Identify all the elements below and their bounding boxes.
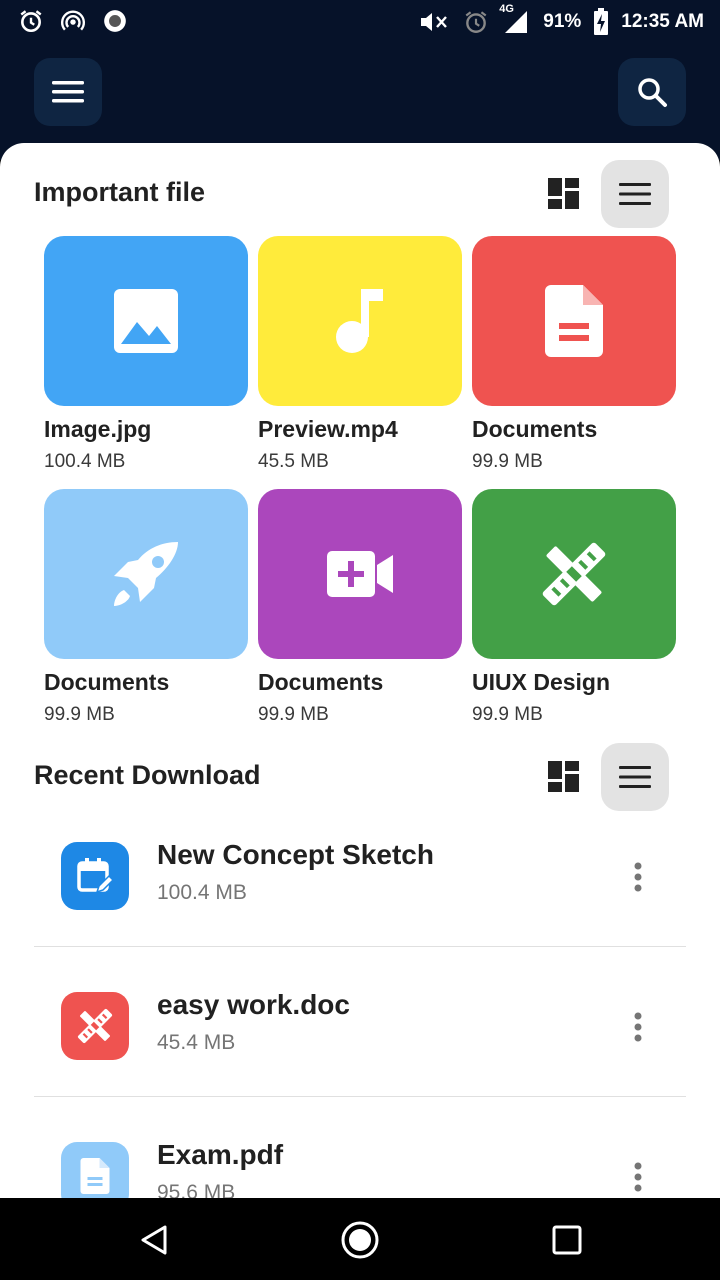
app-header: 4G 91% 12:35 AM — [0, 0, 720, 160]
list-icon — [619, 766, 651, 788]
file-tile[interactable]: Documents 99.9 MB — [44, 489, 248, 726]
search-icon — [638, 78, 667, 107]
design-tools-icon — [77, 1008, 113, 1044]
file-size: 99.9 MB — [472, 451, 543, 472]
file-tile[interactable]: Documents 99.9 MB — [472, 236, 676, 473]
document-icon — [80, 1158, 110, 1194]
mute-icon — [419, 10, 451, 34]
list-view-button[interactable] — [601, 160, 669, 228]
file-name: Documents — [258, 669, 384, 695]
list-item-size: 95.6 MB — [157, 1181, 236, 1198]
more-options-button[interactable] — [628, 1009, 648, 1045]
file-tile[interactable]: UIUX Design 99.9 MB — [472, 489, 676, 726]
clock: 12:35 AM — [621, 11, 704, 32]
file-tile-thumb — [472, 236, 676, 406]
list-icon — [619, 183, 651, 205]
list-item-thumb — [61, 842, 129, 910]
status-bar: 4G 91% 12:35 AM — [0, 0, 720, 40]
menu-button[interactable] — [34, 58, 102, 126]
system-nav-bar — [0, 1198, 720, 1280]
menu-icon — [52, 81, 84, 103]
file-tile-thumb — [472, 489, 676, 659]
document-icon — [545, 285, 603, 357]
battery-percent: 91% — [543, 11, 582, 32]
file-name: Documents — [44, 669, 170, 695]
file-name: Preview.mp4 — [258, 416, 398, 442]
signal-icon: 4G — [499, 3, 531, 35]
file-size: 99.9 MB — [472, 704, 543, 725]
list-item-thumb — [61, 1142, 129, 1198]
network-type: 4G — [499, 3, 514, 15]
design-tools-icon — [542, 542, 606, 606]
file-size: 99.9 MB — [44, 704, 115, 725]
list-item-size: 45.4 MB — [157, 1031, 236, 1054]
list-item-size: 100.4 MB — [157, 881, 247, 904]
file-name: Image.jpg — [44, 416, 152, 442]
back-button[interactable] — [130, 1216, 178, 1264]
list-item-title: easy work.doc — [157, 989, 350, 1020]
alarm-icon — [18, 8, 44, 34]
more-options-button[interactable] — [628, 1159, 648, 1195]
alarm-icon — [463, 9, 489, 35]
dashboard-icon — [548, 178, 579, 209]
battery-charging-icon — [593, 8, 609, 36]
file-tile[interactable]: Image.jpg 100.4 MB — [44, 236, 248, 473]
music-note-icon — [336, 289, 383, 353]
file-size: 100.4 MB — [44, 451, 126, 472]
home-button[interactable] — [336, 1216, 384, 1264]
section-title-recent: Recent Download — [34, 760, 261, 790]
list-item-thumb — [61, 992, 129, 1060]
file-tile[interactable]: Documents 99.9 MB — [258, 489, 462, 726]
home-circle-icon — [341, 1221, 379, 1259]
more-vert-icon — [634, 862, 642, 892]
back-triangle-icon — [141, 1225, 167, 1255]
section-title-important: Important file — [34, 177, 206, 207]
more-vert-icon — [634, 1012, 642, 1042]
search-button[interactable] — [618, 58, 686, 126]
grid-view-button[interactable] — [544, 757, 584, 797]
calendar-edit-icon — [77, 858, 113, 894]
hotspot-icon — [60, 8, 86, 34]
file-name: Documents — [472, 416, 598, 442]
file-size: 99.9 MB — [258, 704, 329, 725]
list-item-title: New Concept Sketch — [157, 839, 434, 870]
file-size: 45.5 MB — [258, 451, 329, 472]
image-icon — [114, 289, 178, 353]
file-name: UIUX Design — [472, 669, 611, 695]
more-options-button[interactable] — [628, 859, 648, 895]
more-vert-icon — [634, 1162, 642, 1192]
grid-view-button[interactable] — [544, 174, 584, 214]
list-item[interactable]: easy work.doc 45.4 MB — [34, 947, 686, 1097]
file-tile-thumb — [44, 236, 248, 406]
list-item[interactable]: New Concept Sketch 100.4 MB — [34, 797, 686, 947]
dashboard-icon — [548, 761, 579, 792]
record-icon — [102, 8, 128, 34]
recents-button[interactable] — [543, 1216, 591, 1264]
list-item-title: Exam.pdf — [157, 1139, 284, 1170]
list-item[interactable]: Exam.pdf 95.6 MB — [34, 1097, 686, 1198]
file-tile[interactable]: Preview.mp4 45.5 MB — [258, 236, 462, 473]
file-tile-thumb — [44, 489, 248, 659]
file-tile-thumb — [258, 236, 462, 406]
recents-square-icon — [552, 1225, 582, 1255]
rocket-icon — [114, 542, 178, 606]
video-add-icon — [327, 551, 393, 597]
content-sheet: Important file Image.jpg 100.4 MB Previe… — [0, 143, 720, 1198]
file-tile-thumb — [258, 489, 462, 659]
